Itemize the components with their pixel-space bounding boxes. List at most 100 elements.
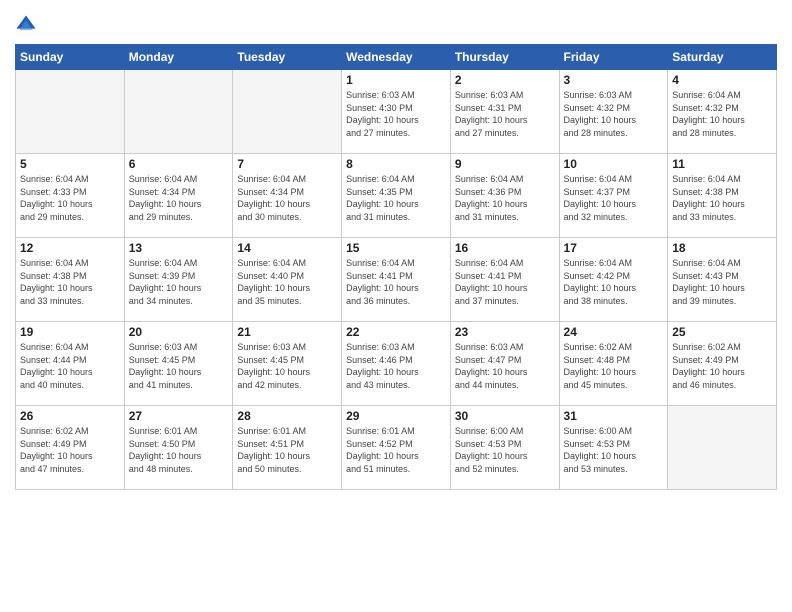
calendar-cell: 30 Sunrise: 6:00 AM Sunset: 4:53 PM Dayli… — [450, 406, 559, 490]
page-container: SundayMondayTuesdayWednesdayThursdayFrid… — [0, 0, 792, 500]
calendar-cell: 20 Sunrise: 6:03 AM Sunset: 4:45 PM Dayli… — [124, 322, 233, 406]
day-number: 8 — [346, 157, 446, 171]
day-number: 6 — [129, 157, 229, 171]
day-info: Sunrise: 6:02 AM Sunset: 4:49 PM Dayligh… — [20, 425, 120, 475]
day-info: Sunrise: 6:04 AM Sunset: 4:32 PM Dayligh… — [672, 89, 772, 139]
day-info: Sunrise: 6:00 AM Sunset: 4:53 PM Dayligh… — [455, 425, 555, 475]
day-info: Sunrise: 6:04 AM Sunset: 4:34 PM Dayligh… — [237, 173, 337, 223]
day-info: Sunrise: 6:03 AM Sunset: 4:31 PM Dayligh… — [455, 89, 555, 139]
day-number: 29 — [346, 409, 446, 423]
calendar-week-row: 5 Sunrise: 6:04 AM Sunset: 4:33 PM Daylig… — [16, 154, 777, 238]
col-header-friday: Friday — [559, 45, 668, 70]
day-number: 3 — [564, 73, 664, 87]
day-number: 27 — [129, 409, 229, 423]
day-info: Sunrise: 6:04 AM Sunset: 4:41 PM Dayligh… — [455, 257, 555, 307]
calendar-cell: 28 Sunrise: 6:01 AM Sunset: 4:51 PM Dayli… — [233, 406, 342, 490]
day-info: Sunrise: 6:03 AM Sunset: 4:32 PM Dayligh… — [564, 89, 664, 139]
day-number: 17 — [564, 241, 664, 255]
day-info: Sunrise: 6:04 AM Sunset: 4:43 PM Dayligh… — [672, 257, 772, 307]
calendar-cell: 10 Sunrise: 6:04 AM Sunset: 4:37 PM Dayli… — [559, 154, 668, 238]
col-header-thursday: Thursday — [450, 45, 559, 70]
calendar-cell: 24 Sunrise: 6:02 AM Sunset: 4:48 PM Dayli… — [559, 322, 668, 406]
calendar-week-row: 19 Sunrise: 6:04 AM Sunset: 4:44 PM Dayli… — [16, 322, 777, 406]
day-number: 16 — [455, 241, 555, 255]
day-number: 10 — [564, 157, 664, 171]
day-info: Sunrise: 6:03 AM Sunset: 4:45 PM Dayligh… — [237, 341, 337, 391]
day-number: 5 — [20, 157, 120, 171]
day-info: Sunrise: 6:01 AM Sunset: 4:51 PM Dayligh… — [237, 425, 337, 475]
day-info: Sunrise: 6:04 AM Sunset: 4:34 PM Dayligh… — [129, 173, 229, 223]
day-number: 24 — [564, 325, 664, 339]
day-number: 7 — [237, 157, 337, 171]
day-info: Sunrise: 6:04 AM Sunset: 4:40 PM Dayligh… — [237, 257, 337, 307]
calendar-cell: 13 Sunrise: 6:04 AM Sunset: 4:39 PM Dayli… — [124, 238, 233, 322]
calendar-cell: 15 Sunrise: 6:04 AM Sunset: 4:41 PM Dayli… — [342, 238, 451, 322]
calendar-cell: 17Sunrise: 6:04 AM Sunset: 4:42 PM Dayli… — [559, 238, 668, 322]
col-header-saturday: Saturday — [668, 45, 777, 70]
calendar-week-row: 12Sunrise: 6:04 AM Sunset: 4:38 PM Dayli… — [16, 238, 777, 322]
day-number: 20 — [129, 325, 229, 339]
col-header-tuesday: Tuesday — [233, 45, 342, 70]
day-number: 4 — [672, 73, 772, 87]
day-number: 30 — [455, 409, 555, 423]
calendar-table: SundayMondayTuesdayWednesdayThursdayFrid… — [15, 44, 777, 490]
logo-icon — [15, 14, 37, 36]
day-info: Sunrise: 6:03 AM Sunset: 4:45 PM Dayligh… — [129, 341, 229, 391]
calendar-cell: 1 Sunrise: 6:03 AM Sunset: 4:30 PM Daylig… — [342, 70, 451, 154]
calendar-cell: 12Sunrise: 6:04 AM Sunset: 4:38 PM Dayli… — [16, 238, 125, 322]
header — [15, 10, 777, 36]
day-number: 19 — [20, 325, 120, 339]
calendar-header-row: SundayMondayTuesdayWednesdayThursdayFrid… — [16, 45, 777, 70]
calendar-cell: 9 Sunrise: 6:04 AM Sunset: 4:36 PM Daylig… — [450, 154, 559, 238]
day-number: 28 — [237, 409, 337, 423]
calendar-cell: 29 Sunrise: 6:01 AM Sunset: 4:52 PM Dayli… — [342, 406, 451, 490]
calendar-cell: 2 Sunrise: 6:03 AM Sunset: 4:31 PM Daylig… — [450, 70, 559, 154]
calendar-cell — [668, 406, 777, 490]
day-info: Sunrise: 6:01 AM Sunset: 4:50 PM Dayligh… — [129, 425, 229, 475]
calendar-cell: 18 Sunrise: 6:04 AM Sunset: 4:43 PM Dayli… — [668, 238, 777, 322]
calendar-cell: 8 Sunrise: 6:04 AM Sunset: 4:35 PM Daylig… — [342, 154, 451, 238]
day-info: Sunrise: 6:01 AM Sunset: 4:52 PM Dayligh… — [346, 425, 446, 475]
calendar-cell: 22 Sunrise: 6:03 AM Sunset: 4:46 PM Dayli… — [342, 322, 451, 406]
calendar-cell: 19 Sunrise: 6:04 AM Sunset: 4:44 PM Dayli… — [16, 322, 125, 406]
day-number: 1 — [346, 73, 446, 87]
day-number: 23 — [455, 325, 555, 339]
day-info: Sunrise: 6:04 AM Sunset: 4:41 PM Dayligh… — [346, 257, 446, 307]
day-number: 9 — [455, 157, 555, 171]
day-info: Sunrise: 6:03 AM Sunset: 4:46 PM Dayligh… — [346, 341, 446, 391]
day-number: 25 — [672, 325, 772, 339]
calendar-cell: 21Sunrise: 6:03 AM Sunset: 4:45 PM Dayli… — [233, 322, 342, 406]
day-number: 13 — [129, 241, 229, 255]
calendar-cell: 26 Sunrise: 6:02 AM Sunset: 4:49 PM Dayli… — [16, 406, 125, 490]
day-number: 2 — [455, 73, 555, 87]
day-number: 26 — [20, 409, 120, 423]
calendar-cell: 4 Sunrise: 6:04 AM Sunset: 4:32 PM Daylig… — [668, 70, 777, 154]
day-info: Sunrise: 6:04 AM Sunset: 4:38 PM Dayligh… — [20, 257, 120, 307]
calendar-cell: 14 Sunrise: 6:04 AM Sunset: 4:40 PM Dayli… — [233, 238, 342, 322]
calendar-cell: 7 Sunrise: 6:04 AM Sunset: 4:34 PM Daylig… — [233, 154, 342, 238]
day-info: Sunrise: 6:03 AM Sunset: 4:30 PM Dayligh… — [346, 89, 446, 139]
calendar-week-row: 26 Sunrise: 6:02 AM Sunset: 4:49 PM Dayli… — [16, 406, 777, 490]
calendar-cell: 11Sunrise: 6:04 AM Sunset: 4:38 PM Dayli… — [668, 154, 777, 238]
calendar-cell: 16 Sunrise: 6:04 AM Sunset: 4:41 PM Dayli… — [450, 238, 559, 322]
day-number: 11 — [672, 157, 772, 171]
day-info: Sunrise: 6:04 AM Sunset: 4:33 PM Dayligh… — [20, 173, 120, 223]
day-info: Sunrise: 6:04 AM Sunset: 4:35 PM Dayligh… — [346, 173, 446, 223]
calendar-cell — [16, 70, 125, 154]
calendar-cell: 25Sunrise: 6:02 AM Sunset: 4:49 PM Dayli… — [668, 322, 777, 406]
calendar-cell: 3 Sunrise: 6:03 AM Sunset: 4:32 PM Daylig… — [559, 70, 668, 154]
day-info: Sunrise: 6:02 AM Sunset: 4:48 PM Dayligh… — [564, 341, 664, 391]
day-info: Sunrise: 6:04 AM Sunset: 4:37 PM Dayligh… — [564, 173, 664, 223]
day-info: Sunrise: 6:04 AM Sunset: 4:44 PM Dayligh… — [20, 341, 120, 391]
day-number: 18 — [672, 241, 772, 255]
col-header-sunday: Sunday — [16, 45, 125, 70]
day-number: 22 — [346, 325, 446, 339]
day-number: 15 — [346, 241, 446, 255]
col-header-wednesday: Wednesday — [342, 45, 451, 70]
day-number: 31 — [564, 409, 664, 423]
day-info: Sunrise: 6:04 AM Sunset: 4:39 PM Dayligh… — [129, 257, 229, 307]
calendar-cell — [124, 70, 233, 154]
day-number: 14 — [237, 241, 337, 255]
day-info: Sunrise: 6:03 AM Sunset: 4:47 PM Dayligh… — [455, 341, 555, 391]
day-info: Sunrise: 6:04 AM Sunset: 4:36 PM Dayligh… — [455, 173, 555, 223]
